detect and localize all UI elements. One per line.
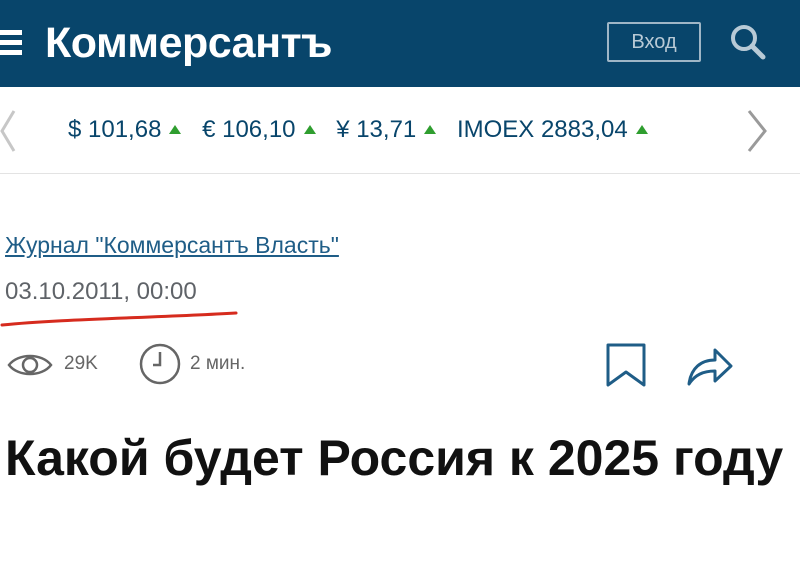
trend-up-icon: [635, 125, 648, 134]
rate-imoex[interactable]: IMOEX 2883,04: [457, 115, 648, 145]
trend-up-icon: [169, 125, 182, 134]
search-icon[interactable]: [728, 22, 768, 62]
views-count: 29K: [64, 353, 98, 374]
site-header: Коммерсантъ Вход: [0, 0, 800, 87]
share-icon[interactable]: [685, 344, 735, 388]
clock-icon: [138, 342, 182, 386]
rate-usd[interactable]: $ 101,68: [68, 115, 182, 145]
rate-cny[interactable]: ¥ 13,71: [336, 115, 437, 145]
trend-up-icon: [303, 125, 316, 134]
trend-up-icon: [424, 125, 437, 134]
hand-drawn-underline: [0, 311, 238, 327]
rate-eur[interactable]: € 106,10: [202, 115, 316, 145]
journal-link[interactable]: Журнал "Коммерсантъ Власть": [5, 232, 339, 259]
site-logo[interactable]: Коммерсантъ: [45, 18, 332, 68]
read-time: 2 мин.: [190, 353, 246, 374]
rate-label: IMOEX 2883,04: [456, 116, 628, 143]
rate-label: ¥ 13,71: [336, 116, 417, 143]
article-headline: Какой будет Россия к 2025 году: [5, 430, 784, 486]
bookmark-icon[interactable]: [604, 342, 648, 388]
login-button[interactable]: Вход: [607, 22, 701, 62]
currency-ticker: $ 101,68 € 106,10 ¥ 13,71 IMOEX 2883,04: [0, 87, 800, 174]
chevron-left-icon[interactable]: [0, 109, 24, 153]
eye-icon: [6, 350, 54, 380]
rate-label: € 106,10: [202, 116, 296, 143]
publish-date: 03.10.2011, 00:00: [5, 278, 197, 305]
chevron-right-icon[interactable]: [745, 109, 769, 153]
rates-list: $ 101,68 € 106,10 ¥ 13,71 IMOEX 2883,04: [68, 115, 662, 145]
rate-label: $ 101,68: [68, 116, 162, 143]
hamburger-icon[interactable]: [0, 30, 22, 56]
